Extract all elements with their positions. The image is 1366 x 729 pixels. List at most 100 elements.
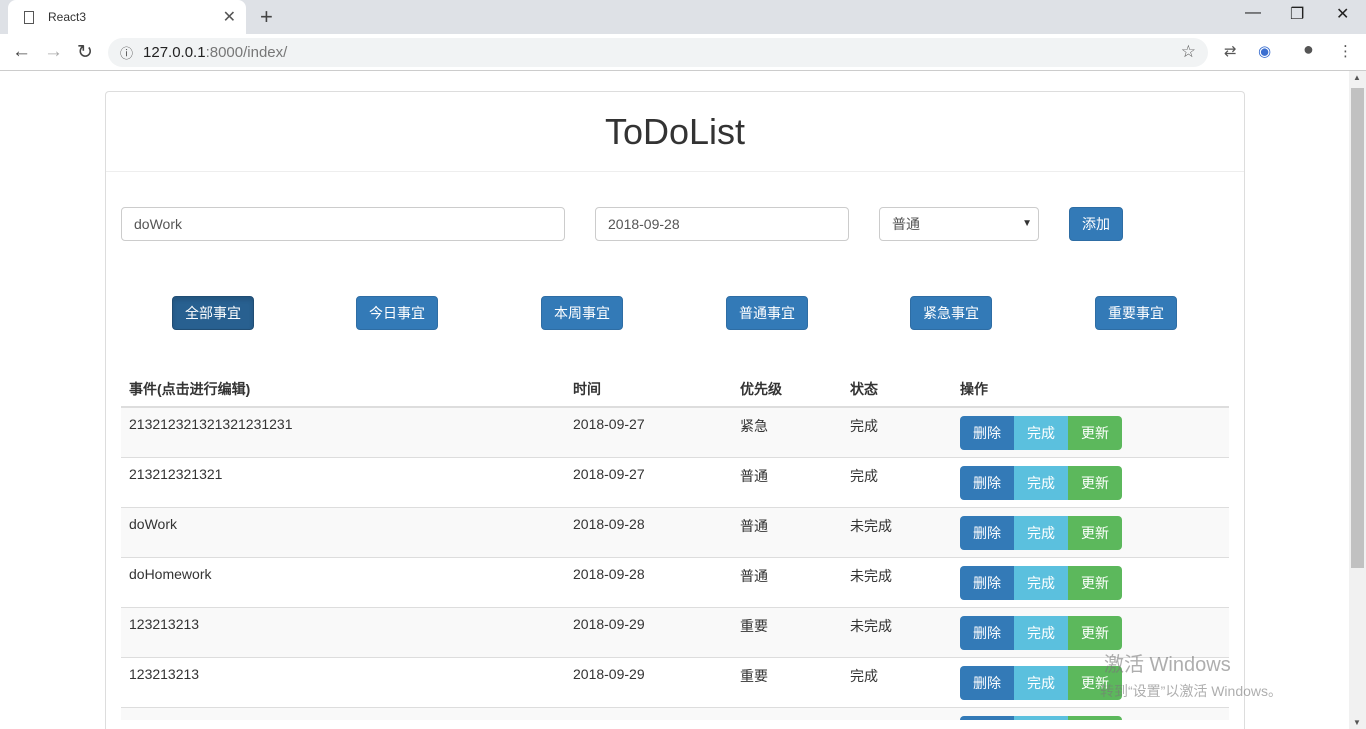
priority-cell: 普通 <box>732 506 842 557</box>
update-button[interactable]: 更新 <box>1068 565 1122 600</box>
translate-extension-icon[interactable]: ⇄ <box>1224 42 1237 60</box>
date-cell: 2018-09-27 <box>565 456 732 507</box>
done-button[interactable]: 完成 <box>1014 615 1068 650</box>
filter-important-button[interactable]: 重要事宜 <box>1095 296 1177 330</box>
task-cell[interactable]: 213212321321 <box>121 456 565 507</box>
update-button[interactable]: 更新 <box>1068 615 1122 650</box>
extension-icon[interactable]: ◉ <box>1258 42 1271 60</box>
scroll-down-icon[interactable]: ▼ <box>1353 718 1361 727</box>
task-cell[interactable]: 123213213 <box>121 606 565 657</box>
update-button[interactable]: 更新 <box>1068 515 1122 550</box>
scroll-up-icon[interactable]: ▲ <box>1353 73 1361 82</box>
delete-button[interactable]: 删除 <box>960 665 1014 700</box>
menu-icon[interactable]: ⋮ <box>1338 42 1353 60</box>
url-host: 127.0.0.1 <box>143 44 206 61</box>
url-path: :8000/index/ <box>205 44 288 61</box>
watermark-line2: 转到“设置”以激活 Windows。 <box>1100 683 1283 699</box>
done-button[interactable]: 完成 <box>1014 515 1068 550</box>
document-icon <box>24 10 34 24</box>
date-cell: 2018-09-28 <box>565 506 732 557</box>
date-cell: 2018-09-29 <box>565 606 732 657</box>
close-window-icon[interactable]: ✕ <box>1336 4 1349 24</box>
status-cell: 完成 <box>842 456 952 507</box>
minimize-icon[interactable]: — <box>1245 4 1261 22</box>
filter-urgent-button[interactable]: 紧急事宜 <box>910 296 992 330</box>
info-icon[interactable]: ⓘ <box>120 43 133 62</box>
profile-icon[interactable]: ● <box>1303 39 1314 60</box>
date-cell: 2018-09-29 <box>565 656 732 707</box>
scrollbar[interactable]: ▲ ▼ <box>1349 71 1366 729</box>
close-tab-icon[interactable]: ✕ <box>223 7 236 27</box>
task-cell[interactable]: doWork <box>121 506 565 557</box>
header-task: 事件(点击进行编辑) <box>121 372 565 408</box>
page-title: ToDoList <box>106 92 1244 172</box>
add-button[interactable]: 添加 <box>1069 207 1123 241</box>
table-row: 123213213 2018-09-29 重要 未完成 删除 完成 更新 <box>121 606 1229 657</box>
url-input[interactable]: ⓘ 127.0.0.1:8000/index/ ☆ <box>108 38 1208 67</box>
table-row <box>121 706 1229 720</box>
filter-today-button[interactable]: 今日事宜 <box>356 296 438 330</box>
back-icon[interactable]: ← <box>12 41 31 63</box>
priority-select[interactable]: 普通 ▼ <box>879 207 1039 241</box>
priority-cell: 普通 <box>732 456 842 507</box>
done-button[interactable]: 完成 <box>1014 465 1068 500</box>
task-cell[interactable]: 213212321321321231231 <box>121 406 565 457</box>
priority-cell: 普通 <box>732 556 842 607</box>
table-row: 213212321321 2018-09-27 普通 完成 删除 完成 更新 <box>121 456 1229 507</box>
table-row: doWork 2018-09-28 普通 未完成 删除 完成 更新 <box>121 506 1229 557</box>
date-input[interactable]: 2018-09-28 <box>595 207 849 241</box>
table-row: 213212321321321231231 2018-09-27 紧急 完成 删… <box>121 406 1229 457</box>
filter-all-button[interactable]: 全部事宜 <box>172 296 254 330</box>
delete-button[interactable]: 删除 <box>960 615 1014 650</box>
address-bar-row: ← → ↻ ⓘ 127.0.0.1:8000/index/ ☆ ⇄ ◉ ● ⋮ <box>0 34 1366 71</box>
browser-tab[interactable]: React3 ✕ <box>8 0 246 34</box>
status-cell: 未完成 <box>842 556 952 607</box>
update-button[interactable]: 更新 <box>1068 465 1122 500</box>
new-tab-icon[interactable]: + <box>260 4 273 30</box>
delete-button[interactable]: 删除 <box>960 416 1014 450</box>
task-cell[interactable]: doHomework <box>121 556 565 607</box>
done-button[interactable]: 完成 <box>1014 665 1068 700</box>
status-cell: 完成 <box>842 406 952 457</box>
scrollbar-thumb[interactable] <box>1351 88 1364 568</box>
status-cell: 未完成 <box>842 506 952 557</box>
priority-cell: 紧急 <box>732 406 842 457</box>
date-cell: 2018-09-28 <box>565 556 732 607</box>
filter-normal-button[interactable]: 普通事宜 <box>726 296 808 330</box>
todo-table: 事件(点击进行编辑) 时间 优先级 状态 操作 2132123213213212… <box>121 372 1229 720</box>
tab-bar: React3 ✕ + — ❐ ✕ <box>0 0 1366 34</box>
priority-cell: 重要 <box>732 656 842 707</box>
delete-button[interactable]: 删除 <box>960 515 1014 550</box>
update-button[interactable] <box>1068 715 1122 720</box>
header-status: 状态 <box>842 372 952 408</box>
forward-icon[interactable]: → <box>44 41 63 63</box>
delete-button[interactable] <box>960 715 1014 720</box>
filter-week-button[interactable]: 本周事宜 <box>541 296 623 330</box>
reload-icon[interactable]: ↻ <box>77 41 93 64</box>
tab-title: React3 <box>48 10 87 24</box>
todo-panel: ToDoList doWork 2018-09-28 普通 ▼ 添加 全部事宜 今… <box>105 91 1245 729</box>
bookmark-star-icon[interactable]: ☆ <box>1181 42 1196 62</box>
delete-button[interactable]: 删除 <box>960 565 1014 600</box>
table-row: doHomework 2018-09-28 普通 未完成 删除 完成 更新 <box>121 556 1229 607</box>
watermark-line1: 激活 Windows <box>1104 654 1231 676</box>
task-cell[interactable]: 123213213 <box>121 656 565 707</box>
status-cell: 未完成 <box>842 606 952 657</box>
header-actions: 操作 <box>952 372 1229 408</box>
restore-icon[interactable]: ❐ <box>1290 4 1304 24</box>
header-priority: 优先级 <box>732 372 842 408</box>
date-cell: 2018-09-27 <box>565 406 732 457</box>
delete-button[interactable]: 删除 <box>960 465 1014 500</box>
done-button[interactable] <box>1014 715 1068 720</box>
priority-cell: 重要 <box>732 606 842 657</box>
task-input[interactable]: doWork <box>121 207 565 241</box>
status-cell: 完成 <box>842 656 952 707</box>
done-button[interactable]: 完成 <box>1014 416 1068 450</box>
header-date: 时间 <box>565 372 732 408</box>
windows-activation-watermark: 激活 Windows 转到“设置”以激活 Windows。 <box>1100 648 1282 701</box>
priority-selected: 普通 <box>892 216 920 232</box>
update-button[interactable]: 更新 <box>1068 416 1122 450</box>
table-row: 123213213 2018-09-29 重要 完成 删除 完成 更新 <box>121 656 1229 707</box>
page-content: ToDoList doWork 2018-09-28 普通 ▼ 添加 全部事宜 今… <box>0 71 1349 729</box>
done-button[interactable]: 完成 <box>1014 565 1068 600</box>
